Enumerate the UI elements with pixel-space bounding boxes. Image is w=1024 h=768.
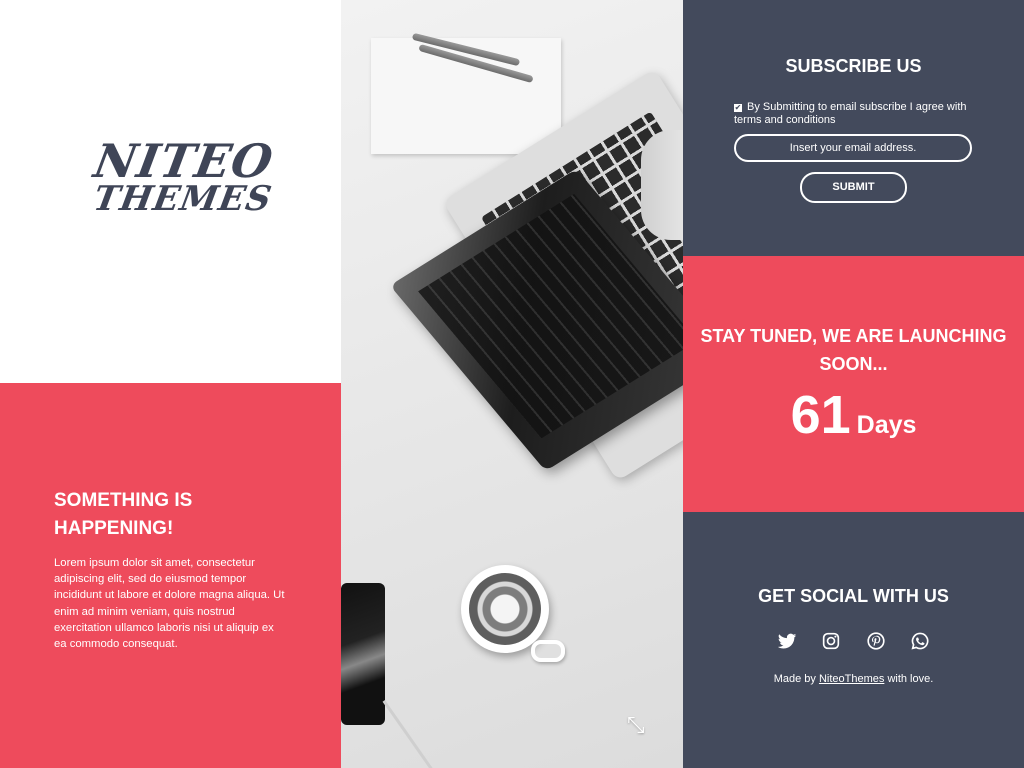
countdown-panel: STAY TUNED, WE ARE LAUNCHING SOON... 61 D… bbox=[683, 256, 1024, 512]
credit-link[interactable]: NiteoThemes bbox=[819, 673, 884, 685]
expand-icon[interactable]: ⤡ bbox=[627, 712, 645, 738]
credit-prefix: Made by bbox=[773, 673, 816, 685]
intro-panel: SOMETHING IS HAPPENING! Lorem ipsum dolo… bbox=[0, 383, 341, 768]
left-column: NITEO THEMES SOMETHING IS HAPPENING! Lor… bbox=[0, 0, 341, 768]
countdown-heading: STAY TUNED, WE ARE LAUNCHING SOON... bbox=[700, 326, 1007, 374]
pinterest-icon[interactable] bbox=[865, 630, 887, 652]
logo-panel: NITEO THEMES bbox=[0, 0, 341, 383]
twitter-icon[interactable] bbox=[776, 630, 798, 652]
coffee-cup bbox=[461, 565, 549, 653]
countdown-value: 61 bbox=[790, 385, 851, 445]
logo-line-2: THEMES bbox=[90, 179, 276, 219]
email-field[interactable]: Insert your email address. bbox=[734, 134, 972, 162]
agree-checkbox[interactable]: ✔ bbox=[734, 104, 742, 112]
subscribe-heading: SUBSCRIBE US bbox=[785, 56, 922, 76]
phone bbox=[341, 583, 385, 725]
hand bbox=[641, 130, 683, 240]
right-column: SUBSCRIBE US ✔ By Submitting to email sub… bbox=[683, 0, 1024, 768]
intro-body: Lorem ipsum dolor sit amet, consectetur … bbox=[54, 557, 285, 651]
countdown-unit: Days bbox=[856, 411, 917, 439]
subscribe-panel: SUBSCRIBE US ✔ By Submitting to email sub… bbox=[683, 0, 1024, 256]
cup-handle bbox=[531, 640, 565, 662]
social-icons bbox=[683, 630, 1024, 652]
agree-row: ✔ By Submitting to email subscribe I agre… bbox=[734, 101, 974, 126]
countdown: 61 Days bbox=[683, 384, 1024, 446]
cable bbox=[382, 700, 454, 768]
intro-heading: SOMETHING IS HAPPENING! bbox=[54, 490, 193, 539]
social-heading: GET SOCIAL WITH US bbox=[758, 586, 949, 606]
social-panel: GET SOCIAL WITH US Made by NiteoThemes w… bbox=[683, 512, 1024, 768]
submit-button[interactable]: SUBMIT bbox=[800, 172, 907, 203]
whatsapp-icon[interactable] bbox=[909, 630, 931, 652]
agree-label: By Submitting to email subscribe I agree… bbox=[734, 101, 967, 126]
photo-column: ⤡ bbox=[341, 0, 683, 768]
logo[interactable]: NITEO THEMES bbox=[85, 134, 282, 219]
credit-line: Made by NiteoThemes with love. bbox=[683, 673, 1024, 685]
logo-line-1: NITEO bbox=[90, 134, 278, 188]
workspace-photo: ⤡ bbox=[341, 0, 683, 768]
instagram-icon[interactable] bbox=[820, 630, 842, 652]
credit-suffix: with love. bbox=[887, 673, 934, 685]
notebook bbox=[371, 38, 561, 154]
